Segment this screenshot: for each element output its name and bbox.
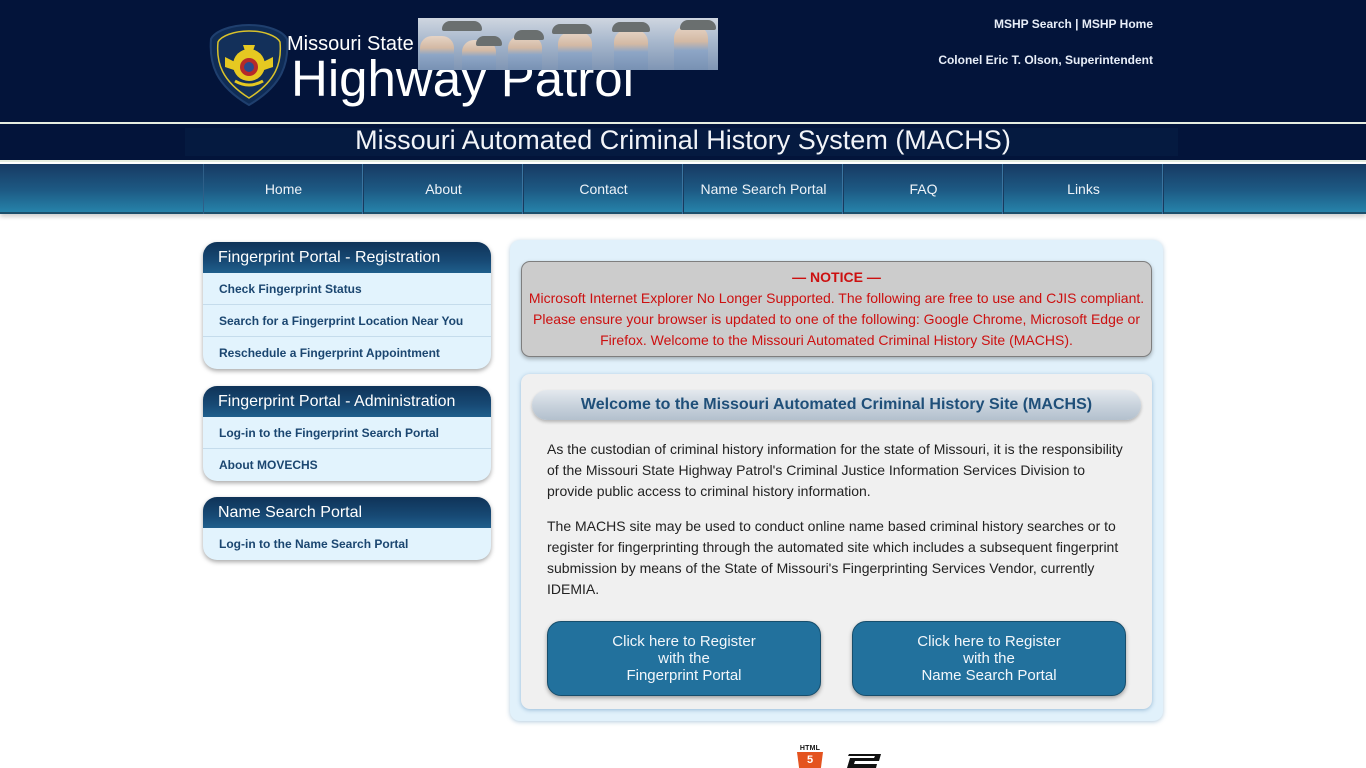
nav-item-home[interactable]: Home bbox=[204, 164, 364, 214]
panel-title: Fingerprint Portal - Administration bbox=[203, 386, 491, 417]
welcome-box: Welcome to the Missouri Automated Crimin… bbox=[521, 374, 1152, 709]
login-name-search-portal-link[interactable]: Log-in to the Name Search Portal bbox=[203, 528, 491, 560]
superintendent-name: Colonel Eric T. Olson, Superintendent bbox=[938, 53, 1153, 67]
search-fingerprint-location-link[interactable]: Search for a Fingerprint Location Near Y… bbox=[203, 305, 491, 337]
main-content: — NOTICE — Microsoft Internet Explorer N… bbox=[510, 240, 1163, 721]
button-line: Fingerprint Portal bbox=[626, 667, 742, 684]
register-name-search-portal-button[interactable]: Click here to Register with the Name Sea… bbox=[852, 621, 1126, 696]
html5-icon: HTML 5 bbox=[795, 745, 825, 768]
nav-item-name-search-portal[interactable]: Name Search Portal bbox=[684, 164, 844, 214]
troopers-banner-image bbox=[418, 18, 718, 70]
button-line: Name Search Portal bbox=[921, 667, 1057, 684]
html5-label: HTML bbox=[799, 745, 821, 752]
panel-name-search-portal: Name Search Portal Log-in to the Name Se… bbox=[203, 497, 491, 560]
button-line: Click here to Register bbox=[612, 633, 756, 650]
nav-item-contact[interactable]: Contact bbox=[524, 164, 684, 214]
nav-item-about[interactable]: About bbox=[364, 164, 524, 214]
notice-box: — NOTICE — Microsoft Internet Explorer N… bbox=[521, 261, 1152, 357]
button-line: Click here to Register bbox=[917, 633, 1061, 650]
site-header: Missouri State Highway Patrol MSHP Searc… bbox=[0, 0, 1366, 122]
button-line: with the bbox=[658, 650, 710, 667]
main-nav: Home About Contact Name Search Portal FA… bbox=[0, 164, 1366, 214]
reschedule-appointment-link[interactable]: Reschedule a Fingerprint Appointment bbox=[203, 337, 491, 369]
notice-title: — NOTICE — bbox=[792, 269, 881, 285]
html5-shield: 5 bbox=[797, 752, 823, 768]
register-fingerprint-portal-button[interactable]: Click here to Register with the Fingerpr… bbox=[547, 621, 821, 696]
link-separator: | bbox=[1071, 17, 1082, 31]
highway-patrol-badge-icon[interactable] bbox=[209, 23, 289, 107]
nav-items: Home About Contact Name Search Portal FA… bbox=[203, 164, 1164, 214]
panel-fingerprint-registration: Fingerprint Portal - Registration Check … bbox=[203, 242, 491, 369]
page-title: Missouri Automated Criminal History Syst… bbox=[355, 125, 1011, 155]
panel-title: Fingerprint Portal - Registration bbox=[203, 242, 491, 273]
login-fingerprint-search-portal-link[interactable]: Log-in to the Fingerprint Search Portal bbox=[203, 417, 491, 449]
panel-fingerprint-administration: Fingerprint Portal - Administration Log-… bbox=[203, 386, 491, 481]
nav-item-links[interactable]: Links bbox=[1004, 164, 1164, 214]
panel-title: Name Search Portal bbox=[203, 497, 491, 528]
button-line: with the bbox=[963, 650, 1015, 667]
css3-icon bbox=[847, 754, 881, 768]
about-movechs-link[interactable]: About MOVECHS bbox=[203, 449, 491, 481]
welcome-heading: Welcome to the Missouri Automated Crimin… bbox=[532, 390, 1141, 420]
mshp-search-link[interactable]: MSHP Search bbox=[994, 17, 1072, 31]
mshp-home-link[interactable]: MSHP Home bbox=[1082, 17, 1153, 31]
nav-item-faq[interactable]: FAQ bbox=[844, 164, 1004, 214]
welcome-paragraph: As the custodian of criminal history inf… bbox=[547, 441, 1123, 499]
top-links: MSHP Search | MSHP Home bbox=[994, 17, 1153, 31]
notice-body: Microsoft Internet Explorer No Longer Su… bbox=[528, 290, 1145, 348]
check-fingerprint-status-link[interactable]: Check Fingerprint Status bbox=[203, 273, 491, 305]
welcome-paragraph: The MACHS site may be used to conduct on… bbox=[547, 518, 1119, 597]
